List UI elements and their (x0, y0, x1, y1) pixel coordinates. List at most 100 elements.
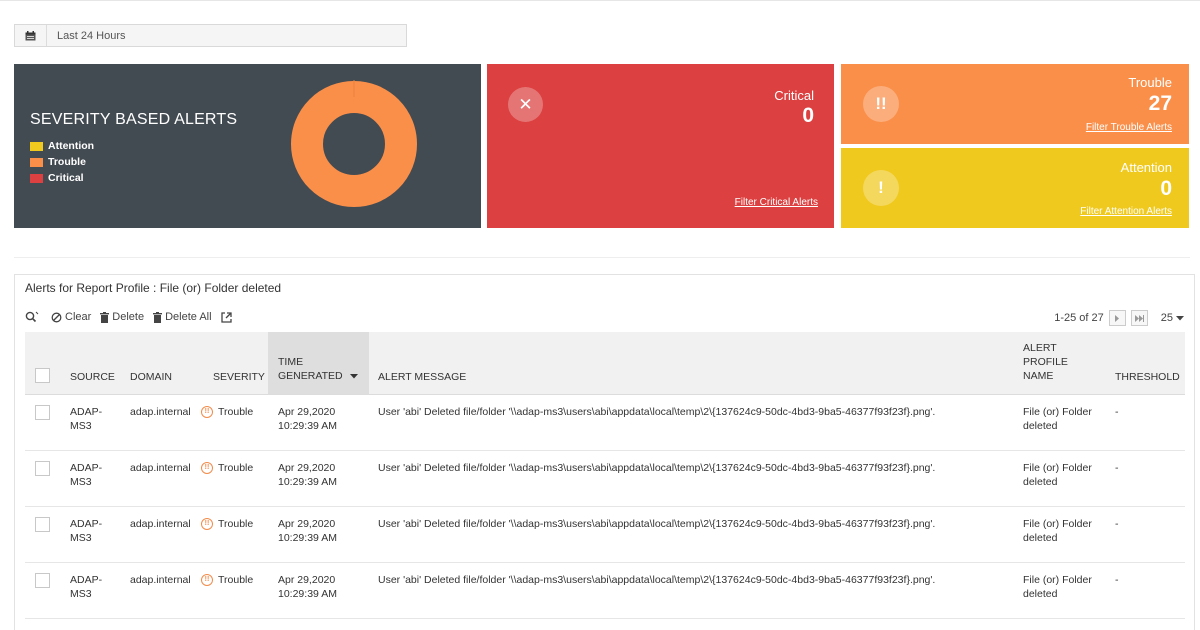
row-time-generated: Apr 29,2020 10:29:39 AM (278, 574, 337, 600)
legend-item-critical: Critical (30, 170, 94, 186)
trouble-severity-icon: !! (201, 406, 213, 419)
close-icon: ✕ (508, 87, 543, 122)
table-row[interactable]: ADAP- MS3 adap.internal !! Trouble Apr 29,… (25, 507, 1185, 563)
alerts-section-title: Alerts for Report Profile : File (or) Fo… (25, 281, 282, 295)
pagination: 1-25 of 27 25 (1054, 310, 1184, 326)
column-header-time-generated[interactable]: TIME GENERATED (278, 355, 358, 383)
profile-header-line1: ALERT (1023, 342, 1057, 354)
column-header-source[interactable]: SOURCE (70, 370, 115, 384)
filter-critical-alerts-link[interactable]: Filter Critical Alerts (735, 197, 818, 208)
severity-panel-title: SEVERITY BASED ALERTS (30, 111, 238, 128)
export-icon (220, 311, 232, 323)
trouble-severity-icon: !! (201, 462, 213, 475)
page-size-value: 25 (1160, 312, 1173, 324)
attention-alerts-panel: ! Attention 0 Filter Attention Alerts (841, 148, 1189, 228)
row-alert-profile-name: File (or) Folder deleted (1023, 574, 1092, 600)
row-alert-message: User 'abi' Deleted file/folder '\\adap-m… (378, 406, 936, 418)
trouble-alerts-panel: !! Trouble 27 Filter Trouble Alerts (841, 64, 1189, 144)
delete-button-label: Delete (112, 311, 145, 323)
date-range-selector[interactable]: Last 24 Hours (14, 24, 407, 47)
alerts-section: Alerts for Report Profile : File (or) Fo… (14, 274, 1195, 630)
row-severity: !! Trouble (201, 405, 253, 419)
column-header-threshold[interactable]: THRESHOLD (1115, 370, 1180, 384)
row-checkbox[interactable] (35, 573, 50, 588)
row-alert-message: User 'abi' Deleted file/folder '\\adap-m… (378, 574, 936, 586)
calendar-icon (15, 25, 47, 46)
row-source: ADAP- MS3 (70, 462, 103, 488)
table-row[interactable]: ADAP- MS3 adap.internal !! Trouble Apr 29,… (25, 451, 1185, 507)
delete-button[interactable]: Delete (100, 311, 144, 323)
delete-all-button-label: Delete All (165, 311, 212, 323)
row-checkbox[interactable] (35, 405, 50, 420)
section-divider (14, 257, 1190, 258)
row-severity: !! Trouble (201, 573, 253, 587)
page-size-select[interactable]: 25 (1161, 312, 1184, 324)
next-page-button[interactable] (1108, 310, 1126, 326)
critical-alerts-panel: ✕ Critical 0 Filter Critical Alerts (487, 64, 834, 228)
row-time-generated: Apr 29,2020 10:29:39 AM (278, 406, 337, 432)
severity-donut-chart[interactable] (290, 80, 418, 208)
profile-header-line3: NAME (1023, 370, 1054, 382)
row-threshold: - (1115, 574, 1119, 586)
row-time-generated: Apr 29,2020 10:29:39 AM (278, 462, 337, 488)
column-header-alert-message[interactable]: ALERT MESSAGE (378, 370, 466, 384)
trouble-label: Trouble (1128, 75, 1172, 90)
profile-header-line2: PROFILE (1023, 356, 1068, 368)
row-threshold: - (1115, 518, 1119, 530)
time-header-line1: TIME (278, 356, 304, 368)
row-severity: !! Trouble (201, 461, 253, 475)
exclamation-icon: ! (863, 170, 899, 206)
double-caret-right-icon (1134, 314, 1144, 322)
legend-label-trouble: Trouble (48, 156, 86, 168)
row-time-generated: Apr 29,2020 10:29:39 AM (278, 518, 337, 544)
last-page-button[interactable] (1130, 310, 1148, 326)
caret-right-icon (1115, 314, 1120, 322)
row-threshold: - (1115, 406, 1119, 418)
clear-button[interactable]: Clear (51, 311, 91, 323)
pagination-range: 1-25 of 27 (1054, 312, 1104, 324)
filter-trouble-alerts-link[interactable]: Filter Trouble Alerts (1086, 122, 1172, 133)
delete-all-button[interactable]: Delete All (153, 311, 212, 323)
alerts-toolbar: Clear Delete Delete All (25, 311, 244, 323)
row-alert-profile-name: File (or) Folder deleted (1023, 518, 1092, 544)
trouble-severity-icon: !! (201, 518, 213, 531)
donut-slice-trouble[interactable] (291, 81, 417, 207)
legend-label-attention: Attention (48, 140, 95, 152)
table-row[interactable]: ADAP- MS3 adap.internal !! Trouble Apr 29,… (25, 395, 1185, 451)
filter-attention-alerts-link[interactable]: Filter Attention Alerts (1080, 206, 1172, 217)
legend-swatch-critical (30, 173, 43, 183)
legend-item-attention: Attention (30, 138, 94, 154)
table-row[interactable]: ADAP- MS3 adap.internal !! Trouble Apr 29,… (25, 563, 1185, 619)
legend-label-critical: Critical (48, 172, 84, 184)
column-header-domain[interactable]: DOMAIN (130, 370, 172, 384)
trouble-count: 27 (1148, 92, 1172, 115)
row-alert-message: User 'abi' Deleted file/folder '\\adap-m… (378, 462, 936, 474)
column-header-alert-profile-name[interactable]: ALERT PROFILE NAME (1023, 341, 1068, 383)
search-button[interactable] (25, 311, 42, 323)
row-domain: adap.internal (130, 574, 191, 586)
row-domain: adap.internal (130, 518, 191, 530)
trash-icon (153, 311, 163, 323)
attention-count: 0 (1160, 177, 1172, 200)
row-checkbox[interactable] (35, 461, 50, 476)
row-source: ADAP- MS3 (70, 406, 103, 432)
legend-item-trouble: Trouble (30, 154, 94, 170)
row-source: ADAP- MS3 (70, 574, 103, 600)
caret-down-icon (1176, 315, 1184, 320)
row-alert-profile-name: File (or) Folder deleted (1023, 406, 1092, 432)
row-threshold: - (1115, 462, 1119, 474)
row-domain: adap.internal (130, 406, 191, 418)
trouble-severity-icon: !! (201, 574, 213, 587)
legend-swatch-trouble (30, 157, 43, 167)
row-severity: !! Trouble (201, 517, 253, 531)
severity-legend: Attention Trouble Critical (30, 138, 94, 186)
select-all-checkbox[interactable] (35, 368, 50, 383)
severity-based-alerts-panel: SEVERITY BASED ALERTS Attention Trouble … (14, 64, 481, 228)
legend-swatch-attention (30, 141, 43, 151)
column-header-severity[interactable]: SEVERITY (213, 370, 265, 384)
sort-descending-icon (349, 373, 358, 378)
critical-count: 0 (802, 104, 814, 127)
row-alert-profile-name: File (or) Folder deleted (1023, 462, 1092, 488)
export-button[interactable] (220, 311, 235, 323)
row-checkbox[interactable] (35, 517, 50, 532)
